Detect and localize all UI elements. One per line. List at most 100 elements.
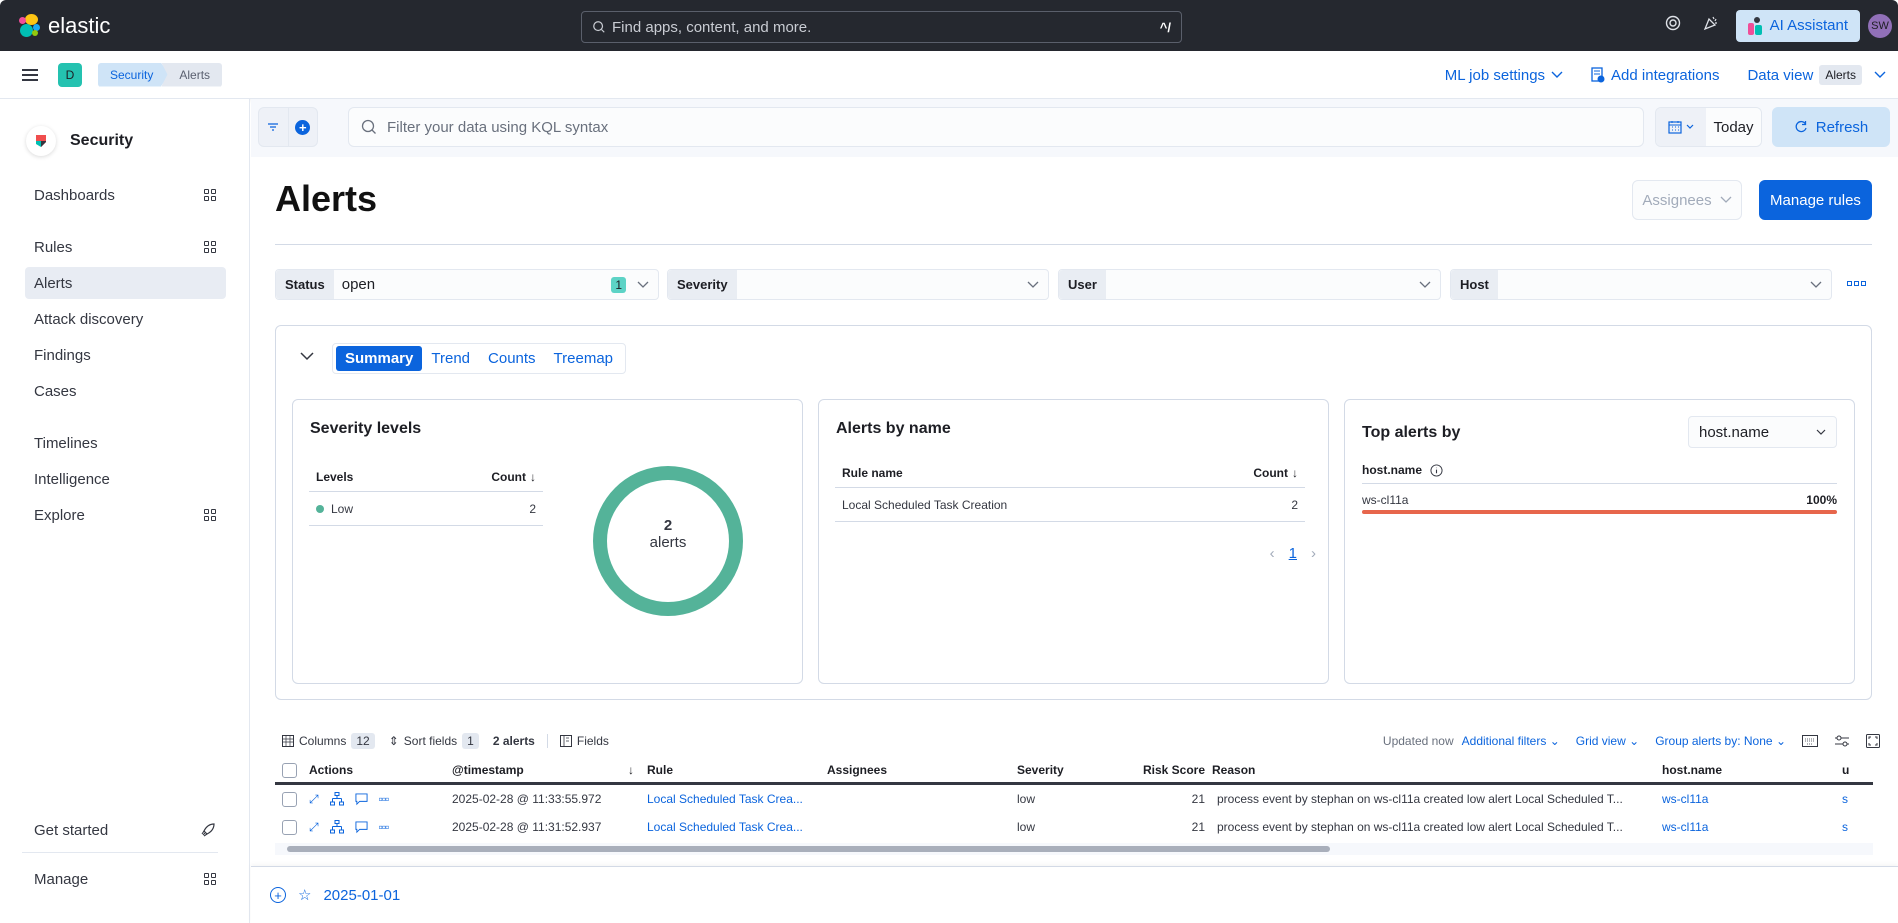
apps-grid-icon[interactable] xyxy=(204,241,216,253)
user-avatar[interactable]: SW xyxy=(1868,13,1892,38)
next-page-icon[interactable]: › xyxy=(1311,545,1316,562)
more-actions-icon[interactable]: ▫▫▫ xyxy=(379,820,390,834)
expand-icon[interactable]: ⤢ xyxy=(309,820,319,835)
tab-counts[interactable]: Counts xyxy=(479,346,545,371)
add-filter-button[interactable]: + xyxy=(289,108,318,146)
analyze-event-icon[interactable] xyxy=(329,820,344,834)
star-icon[interactable]: ☆ xyxy=(298,886,311,904)
severity-level[interactable]: Low xyxy=(331,502,353,516)
columns-button[interactable]: Columns 12 xyxy=(282,733,375,749)
tab-treemap[interactable]: Treemap xyxy=(545,346,622,371)
sidebar-item-get-started[interactable]: Get started xyxy=(25,814,226,846)
elastic-logo[interactable]: elastic xyxy=(18,13,110,39)
global-search-input[interactable]: Find apps, content, and more. ^/ xyxy=(581,11,1182,43)
sidebar-item-attack-discovery[interactable]: Attack discovery xyxy=(25,303,226,335)
apps-grid-icon[interactable] xyxy=(204,873,216,885)
cell-host-name[interactable]: ws-cl11a xyxy=(1655,820,1835,834)
column-header-host-name[interactable]: host.name xyxy=(1655,763,1835,777)
info-icon[interactable] xyxy=(1430,463,1443,477)
sidebar-item-dashboards[interactable]: Dashboards xyxy=(25,179,226,211)
sidebar-item-cases[interactable]: Cases xyxy=(25,375,226,407)
kql-search-input[interactable]: Filter your data using KQL syntax xyxy=(348,107,1644,147)
refresh-button[interactable]: Refresh xyxy=(1772,107,1890,147)
rule-name[interactable]: Local Scheduled Task Creation xyxy=(842,498,1007,512)
scrollbar-thumb[interactable] xyxy=(287,846,1330,852)
comment-icon[interactable] xyxy=(355,820,368,834)
select-all-checkbox[interactable] xyxy=(282,762,297,778)
grid-view-button[interactable]: Grid view ⌄ xyxy=(1576,734,1639,748)
column-header-count[interactable]: Count xyxy=(1253,466,1288,480)
sidebar-item-manage[interactable]: Manage xyxy=(25,863,226,895)
column-header-user[interactable]: u xyxy=(1835,763,1855,777)
additional-filters-button[interactable]: Additional filters ⌄ xyxy=(1462,734,1560,748)
manage-rules-button[interactable]: Manage rules xyxy=(1759,180,1872,220)
add-to-timeline-icon[interactable]: + xyxy=(270,887,286,903)
cell-rule[interactable]: Local Scheduled Task Crea... xyxy=(640,792,820,806)
sidebar-item-timelines[interactable]: Timelines xyxy=(25,427,226,459)
cell-user[interactable]: s xyxy=(1835,820,1855,834)
sort-fields-button[interactable]: ⇕ Sort fields 1 xyxy=(389,733,479,749)
column-header-severity[interactable]: Severity xyxy=(1010,763,1130,777)
top-alerts-field-select[interactable]: host.name xyxy=(1688,416,1837,448)
fullscreen-icon[interactable] xyxy=(1866,734,1880,748)
quick-select-button[interactable] xyxy=(1656,108,1706,146)
fields-button[interactable]: Fields xyxy=(559,734,609,748)
add-integrations-button[interactable]: Add integrations xyxy=(1591,67,1719,84)
more-actions-icon[interactable]: ▫▫▫ xyxy=(379,792,390,806)
date-picker[interactable]: Today xyxy=(1655,107,1762,147)
sidebar-item-intelligence[interactable]: Intelligence xyxy=(25,463,226,495)
breadcrumb-security[interactable]: Security xyxy=(98,62,170,87)
collapse-chevron-icon[interactable] xyxy=(300,348,314,364)
sidebar-item-findings[interactable]: Findings xyxy=(25,339,226,371)
more-filters-icon[interactable] xyxy=(1847,281,1866,286)
group-alerts-button[interactable]: Group alerts by: None ⌄ xyxy=(1655,734,1786,748)
row-checkbox[interactable] xyxy=(282,791,297,807)
ai-assistant-button[interactable]: AI Assistant xyxy=(1735,9,1860,42)
column-header-assignees[interactable]: Assignees xyxy=(820,763,1010,777)
column-header-count[interactable]: Count xyxy=(491,470,526,484)
column-header-rule-name[interactable]: Rule name xyxy=(842,466,903,480)
column-header-risk-score[interactable]: Risk Score xyxy=(1130,763,1205,777)
cell-rule[interactable]: Local Scheduled Task Crea... xyxy=(640,820,820,834)
previous-page-icon[interactable]: ‹ xyxy=(1270,545,1275,562)
keyboard-shortcuts-icon[interactable] xyxy=(1802,735,1818,747)
tab-trend[interactable]: Trend xyxy=(422,346,479,371)
menu-toggle-icon[interactable] xyxy=(22,66,38,84)
top-alert-value[interactable]: ws-cl11a xyxy=(1362,493,1408,507)
column-header-timestamp[interactable]: @timestamp xyxy=(445,763,628,777)
date-range-value[interactable]: Today xyxy=(1706,108,1761,146)
horizontal-scrollbar[interactable] xyxy=(275,843,1873,855)
cell-user[interactable]: s xyxy=(1835,792,1855,806)
cell-host-name[interactable]: ws-cl11a xyxy=(1655,792,1835,806)
status-filter[interactable]: Status open 1 xyxy=(275,269,659,300)
news-feed-icon[interactable] xyxy=(1703,15,1719,36)
filter-options-button[interactable] xyxy=(259,108,289,146)
data-view-selector[interactable]: Data view Alerts xyxy=(1747,65,1886,85)
sidebar-item-alerts[interactable]: Alerts xyxy=(25,267,226,299)
user-filter[interactable]: User xyxy=(1058,269,1441,300)
expand-icon[interactable]: ⤢ xyxy=(309,792,319,807)
column-header-rule[interactable]: Rule xyxy=(640,763,820,777)
analyze-event-icon[interactable] xyxy=(329,792,344,806)
sidebar-item-rules[interactable]: Rules xyxy=(25,231,226,263)
column-header-actions[interactable]: Actions xyxy=(297,763,445,777)
column-header-levels[interactable]: Levels xyxy=(316,470,353,484)
host-filter[interactable]: Host xyxy=(1450,269,1832,300)
page-number[interactable]: 1 xyxy=(1289,545,1297,562)
row-checkbox[interactable] xyxy=(282,819,297,835)
assignees-filter-button[interactable]: Assignees xyxy=(1632,180,1742,220)
space-avatar[interactable]: D xyxy=(58,62,82,87)
severity-filter[interactable]: Severity xyxy=(667,269,1049,300)
help-icon[interactable] xyxy=(1665,15,1681,36)
tab-summary[interactable]: Summary xyxy=(336,346,423,371)
apps-grid-icon[interactable] xyxy=(204,189,216,201)
sidebar-brand[interactable]: Security xyxy=(26,126,133,156)
comment-icon[interactable] xyxy=(355,792,368,806)
display-settings-icon[interactable] xyxy=(1834,734,1850,748)
sidebar-item-explore[interactable]: Explore xyxy=(25,499,226,531)
apps-grid-icon[interactable] xyxy=(204,509,216,521)
ml-job-settings-button[interactable]: ML job settings xyxy=(1445,67,1563,84)
column-header-reason[interactable]: Reason xyxy=(1205,763,1655,777)
sort-fields-label: Sort fields xyxy=(403,734,458,748)
timeline-title[interactable]: 2025-01-01 xyxy=(323,887,400,904)
